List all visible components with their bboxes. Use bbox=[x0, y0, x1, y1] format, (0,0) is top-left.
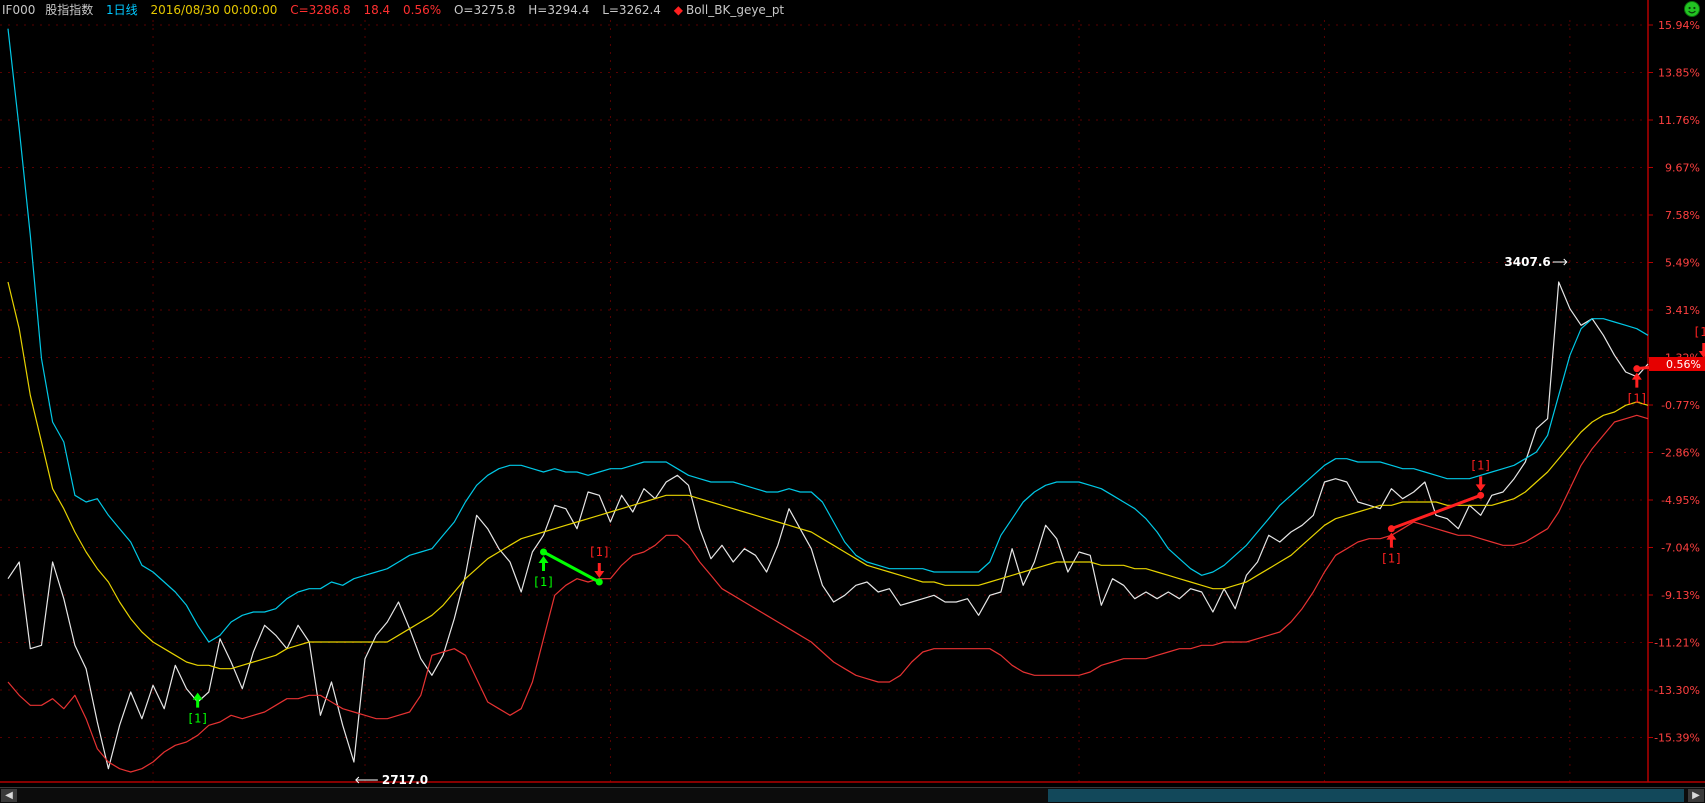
smiley-icon[interactable] bbox=[1684, 1, 1700, 17]
sell-signal-label: [1] bbox=[1693, 325, 1705, 339]
trade-entry-dot bbox=[1633, 365, 1641, 373]
min-price-label: 2717.0 bbox=[382, 773, 428, 787]
y-axis-tick-label: -15.39% bbox=[1654, 732, 1700, 745]
high-price: H=3294.4 bbox=[528, 3, 590, 17]
arrow-right-icon[interactable]: ▶ bbox=[1688, 789, 1704, 802]
symbol-code[interactable]: IF000 bbox=[2, 3, 35, 17]
price-change: 18.4 bbox=[363, 3, 391, 17]
y-axis-tick-label: -9.13% bbox=[1661, 589, 1700, 602]
y-axis-tick-label: -7.04% bbox=[1661, 542, 1700, 555]
indicator-name[interactable]: Boll_BK_geye_pt bbox=[686, 3, 784, 17]
buy-signal-label: [1] bbox=[1626, 392, 1648, 406]
grid-lines bbox=[0, 20, 1648, 782]
y-axis-tick-label: 11.76% bbox=[1658, 114, 1700, 127]
y-axis-tick-label: 13.85% bbox=[1658, 67, 1700, 80]
y-axis-tick-label: -2.86% bbox=[1661, 447, 1700, 460]
buy-signal-label: [1] bbox=[1381, 552, 1403, 566]
axis-tick-labels: 15.94%13.85%11.76%9.67%7.58%5.49%3.41%1.… bbox=[355, 19, 1705, 787]
symbol-name: 股指指数 bbox=[45, 3, 94, 17]
sell-signal-label: [1] bbox=[1470, 458, 1492, 472]
y-axis-tick-label: 5.49% bbox=[1665, 257, 1700, 270]
low-price: L=3262.4 bbox=[602, 3, 661, 17]
open-price: O=3275.8 bbox=[453, 3, 516, 17]
bar-datetime: 2016/08/30 00:00:00 bbox=[150, 3, 278, 17]
y-axis-tick-label: 7.58% bbox=[1665, 209, 1700, 222]
chart-series bbox=[7, 28, 1649, 773]
y-axis-tick-label: -4.95% bbox=[1661, 494, 1700, 507]
trade-exit-dot bbox=[595, 578, 603, 586]
y-axis-tick-label: 3.41% bbox=[1665, 304, 1700, 317]
time-scrollbar[interactable]: ◀ ▶ bbox=[0, 787, 1705, 803]
chart-axes bbox=[0, 0, 1705, 783]
arrow-left-icon[interactable]: ◀ bbox=[1, 789, 17, 802]
boll-price-chart: [1] [1] [1] [1] [1] [1] [1] 15.94% 13.85% 11.76%… bbox=[0, 0, 1705, 787]
series-line-middle bbox=[7, 281, 1649, 670]
max-price-label: 3407.6 bbox=[1504, 255, 1550, 269]
y-axis-tick-label: -0.77% bbox=[1661, 399, 1700, 412]
y-axis-tick-label: 15.94% bbox=[1658, 19, 1700, 32]
scrollbar-thumb[interactable] bbox=[1048, 789, 1684, 802]
buy-signal-label: [1] bbox=[187, 712, 209, 726]
quote-header: IF000 股指指数 1日线 2016/08/30 00:00:00 C=328… bbox=[2, 1, 1642, 19]
sell-signal-label: [1] bbox=[588, 545, 610, 559]
sell-arrow-icon bbox=[594, 563, 605, 578]
trade-exit-dot bbox=[1477, 491, 1485, 499]
current-value-label: 0.56% bbox=[1666, 358, 1701, 371]
buy-arrow-icon bbox=[192, 692, 203, 708]
y-axis-tick-label: -11.21% bbox=[1654, 637, 1700, 650]
trade-entry-dot bbox=[540, 548, 548, 556]
period-selector[interactable]: 1日线 bbox=[106, 3, 138, 17]
trade-signals: [1] [1] [1] [1] [1] [1] [1] bbox=[187, 325, 1705, 726]
smiley-face-icon bbox=[1688, 6, 1696, 14]
y-axis-tick-label: 9.67% bbox=[1665, 162, 1700, 175]
indicator-diamond-icon: ◆ bbox=[673, 3, 683, 17]
trade-entry-dot bbox=[1387, 525, 1395, 533]
y-axis-tick-label: -13.30% bbox=[1654, 684, 1700, 697]
trade-line bbox=[1390, 493, 1482, 531]
series-line-upper bbox=[7, 28, 1649, 643]
buy-arrow-icon bbox=[538, 556, 549, 571]
buy-arrow-icon bbox=[1386, 532, 1397, 548]
close-price: C=3286.8 bbox=[290, 3, 351, 17]
buy-signal-label: [1] bbox=[533, 575, 555, 589]
price-change-percent: 0.56% bbox=[403, 3, 442, 17]
max-arrow-icon bbox=[1552, 258, 1568, 266]
sell-arrow-icon bbox=[1475, 476, 1486, 492]
